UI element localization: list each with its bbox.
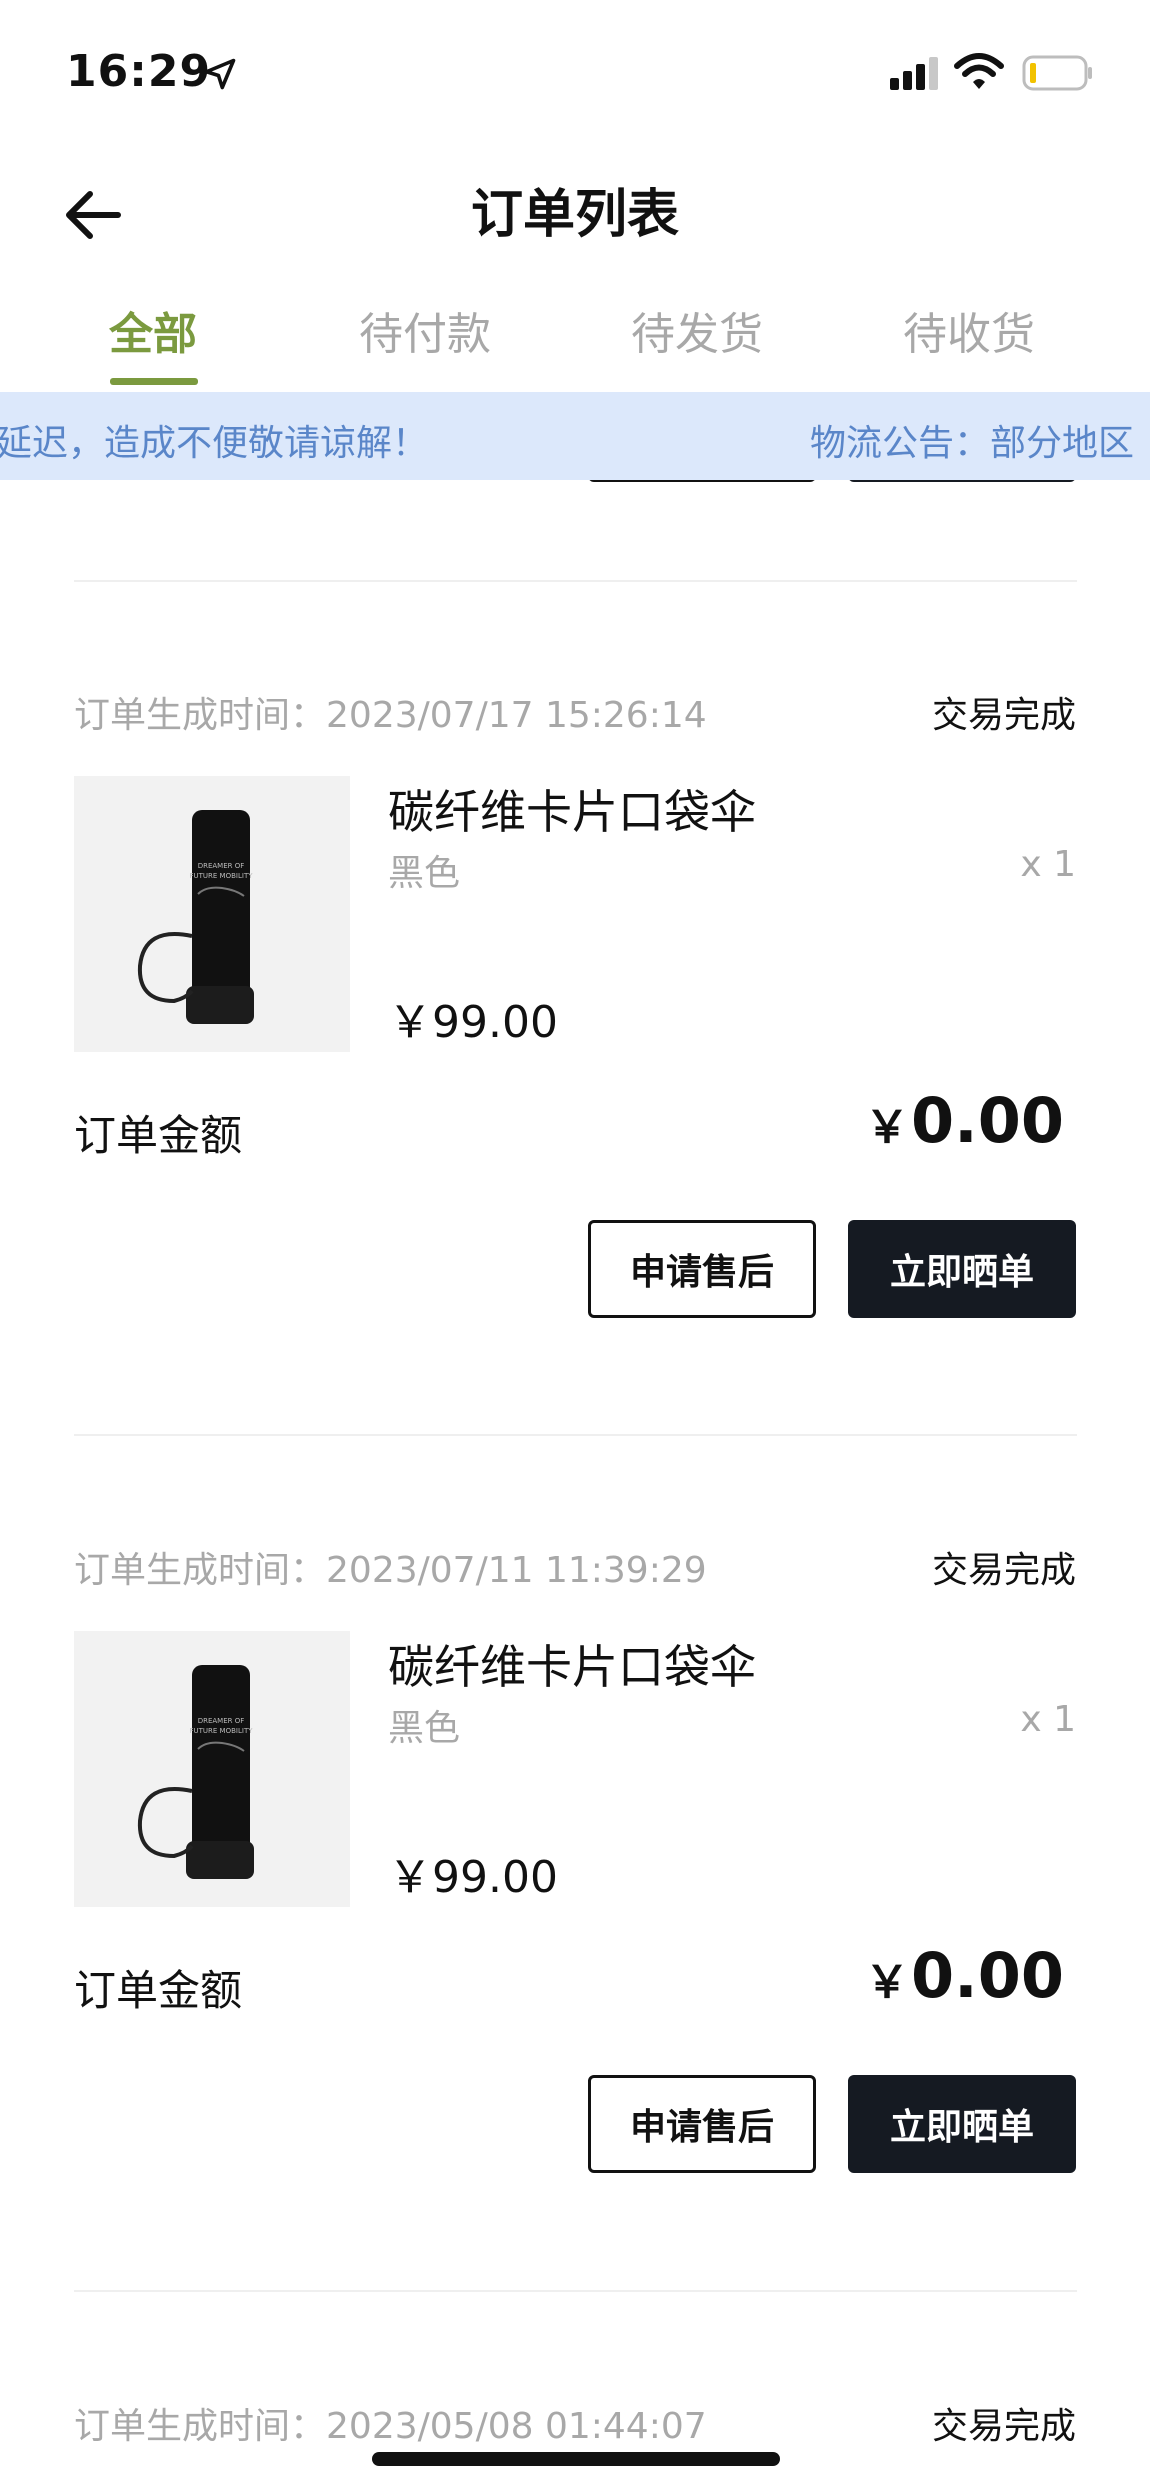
after-sale-button[interactable]: 申请售后 xyxy=(588,2075,816,2173)
product-variant: 黑色 xyxy=(388,853,461,894)
home-indicator xyxy=(372,2452,780,2466)
active-tab-underline xyxy=(110,378,198,385)
page-title: 订单列表 xyxy=(470,185,679,245)
location-arrow-icon xyxy=(204,58,236,90)
order-time: 订单生成时间：2023/07/11 11:39:29 xyxy=(74,1550,707,1591)
product-name[interactable]: 碳纤维卡片口袋伞 xyxy=(388,1631,756,1697)
divider xyxy=(74,2290,1077,2292)
share-review-button[interactable]: 立即晒单 xyxy=(848,2075,1076,2173)
product-variant: 黑色 xyxy=(388,1708,461,1749)
product-image[interactable]: DREAMER OF FUTURE MOBILITY xyxy=(74,776,350,1052)
order-status: 交易完成 xyxy=(931,695,1076,736)
divider xyxy=(74,1434,1077,1436)
product-name[interactable]: 碳纤维卡片口袋伞 xyxy=(388,776,756,842)
svg-text:DREAMER OF: DREAMER OF xyxy=(198,1717,245,1725)
svg-text:FUTURE MOBILITY: FUTURE MOBILITY xyxy=(190,872,254,880)
wifi-icon xyxy=(954,53,1004,89)
order-status: 交易完成 xyxy=(931,2406,1076,2447)
product-price: ￥99.00 xyxy=(388,997,558,1048)
tab-pending-payment[interactable]: 待付款 xyxy=(289,298,561,362)
after-sale-button[interactable]: 申请售后 xyxy=(588,1220,816,1318)
order-amount: ￥0.00 xyxy=(865,1939,1064,2012)
order-status: 交易完成 xyxy=(931,1550,1076,1591)
product-quantity: x 1 xyxy=(1020,844,1076,885)
cellular-signal-icon xyxy=(890,57,938,90)
order-amount-label: 订单金额 xyxy=(74,1111,243,1160)
svg-text:DREAMER OF: DREAMER OF xyxy=(198,862,245,870)
notice-text-head: 物流公告：部分地区 xyxy=(810,423,1135,464)
battery-icon xyxy=(1022,55,1092,91)
order-tabs: 全部 待付款 待发货 待收货 xyxy=(0,290,1150,390)
order-amount: ￥0.00 xyxy=(865,1084,1064,1157)
status-bar: 16:29 xyxy=(0,0,1150,140)
status-time: 16:29 xyxy=(66,46,212,97)
notice-text-tail: 延迟，造成不便敬请谅解！ xyxy=(0,423,429,464)
order-time: 订单生成时间：2023/05/08 01:44:07 xyxy=(74,2406,707,2447)
product-quantity: x 1 xyxy=(1020,1699,1076,1740)
divider xyxy=(74,580,1077,582)
product-image[interactable]: DREAMER OF FUTURE MOBILITY xyxy=(74,1631,350,1907)
tab-pending-shipment[interactable]: 待发货 xyxy=(561,298,833,362)
order-amount-label: 订单金额 xyxy=(74,1966,243,2015)
logistics-notice-banner: 延迟，造成不便敬请谅解！ 物流公告：部分地区 xyxy=(0,392,1150,480)
order-time: 订单生成时间：2023/07/17 15:26:14 xyxy=(74,695,707,736)
product-price: ￥99.00 xyxy=(388,1852,558,1903)
svg-text:FUTURE MOBILITY: FUTURE MOBILITY xyxy=(190,1727,254,1735)
nav-bar: 订单列表 xyxy=(0,160,1150,270)
tab-all[interactable]: 全部 xyxy=(17,298,289,362)
tab-pending-receipt[interactable]: 待收货 xyxy=(833,298,1105,362)
share-review-button[interactable]: 立即晒单 xyxy=(848,1220,1076,1318)
